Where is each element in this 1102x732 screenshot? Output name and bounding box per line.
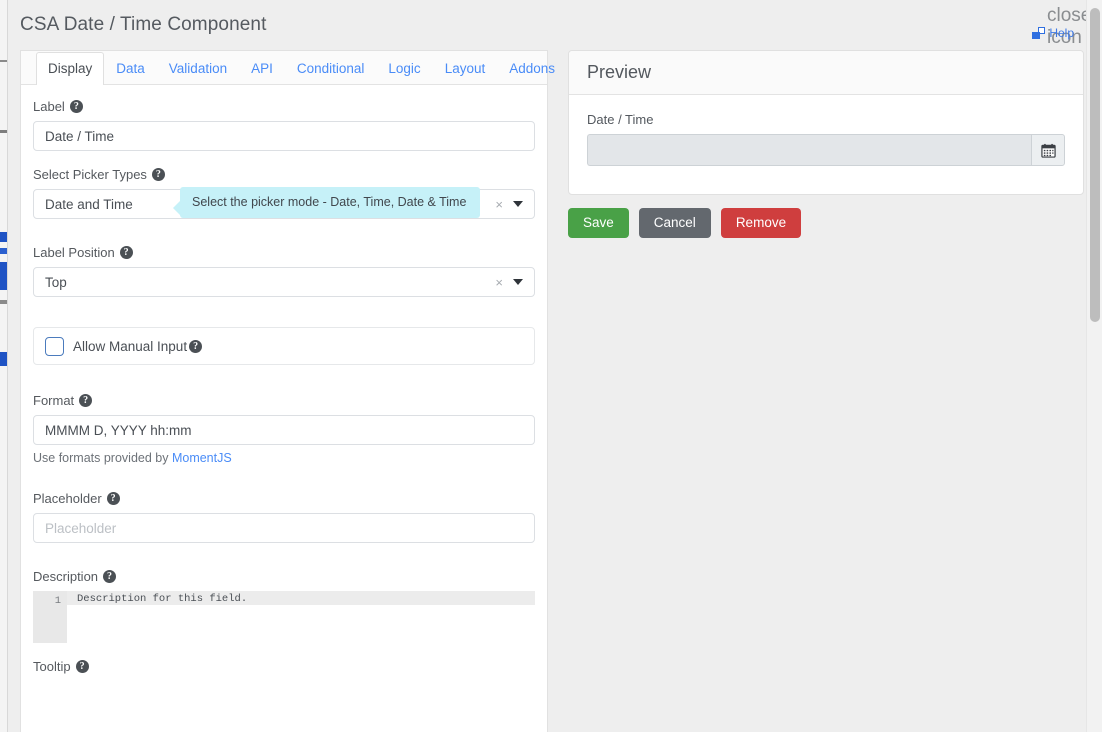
component-settings-modal: CSA Date / Time Component close-icon Hel… [8,0,1086,732]
question-mark-icon[interactable]: ? [79,394,93,407]
question-mark-icon[interactable]: ? [119,246,133,259]
description-code-text: Description for this field. [77,593,248,605]
external-window-icon [1032,27,1046,39]
remove-button[interactable]: Remove [720,208,802,238]
display-tab-panel: Label ? Select Picker Types ? Date and T… [21,85,547,731]
help-label: Help [1049,26,1074,40]
question-mark-icon[interactable]: ? [69,100,83,113]
tab-display[interactable]: Display [36,52,105,85]
page-title: CSA Date / Time Component [20,14,267,35]
picker-types-tooltip: Select the picker mode - Date, Time, Dat… [173,187,480,218]
tab-bar: Display Data Validation API Conditional … [21,51,555,85]
clear-icon[interactable]: × [495,197,503,212]
field-picker-types-caption: Select Picker Types ? [33,167,535,182]
field-format: Format ? Use formats provided by MomentJ… [33,393,535,465]
field-placeholder-caption: Placeholder ? [33,491,535,506]
format-input[interactable] [33,415,535,445]
label-input[interactable] [33,121,535,151]
allow-manual-input-label: Allow Manual Input ? [73,339,203,354]
chevron-down-icon[interactable] [513,201,523,207]
preview-panel: Preview Date / Time [568,50,1084,195]
preview-field-label: Date / Time [587,112,654,127]
tab-validation[interactable]: Validation [157,52,239,85]
field-label: Label ? [33,99,535,151]
field-placeholder: Placeholder ? [33,491,535,543]
preview-header: Preview [569,51,1083,95]
field-tooltip: Tooltip ? [33,659,535,674]
tab-addons[interactable]: Addons [497,52,567,85]
help-link[interactable]: Help [1032,26,1074,40]
preview-date-input[interactable] [587,134,1031,166]
background-page-sliver [0,0,8,732]
momentjs-link[interactable]: MomentJS [172,451,232,465]
format-help-text: Use formats provided by MomentJS [33,451,232,465]
tab-data[interactable]: Data [104,52,157,85]
placeholder-input[interactable] [33,513,535,543]
question-mark-icon[interactable]: ? [189,339,203,353]
tab-api[interactable]: API [239,52,285,85]
clear-icon[interactable]: × [495,275,503,290]
allow-manual-input-row[interactable]: Allow Manual Input ? [33,327,535,365]
field-format-caption: Format ? [33,393,535,408]
field-label-position: Label Position ? Top × [33,245,535,297]
cancel-button[interactable]: Cancel [638,208,711,238]
question-mark-icon[interactable]: ? [106,492,120,505]
tab-logic[interactable]: Logic [376,52,432,85]
tab-conditional[interactable]: Conditional [285,52,377,85]
modal-header: CSA Date / Time Component close-icon Hel… [8,0,1086,48]
field-label-position-caption: Label Position ? [33,245,535,260]
question-mark-icon[interactable]: ? [151,168,165,181]
preview-body: Date / Time [569,95,1083,166]
preview-title: Preview [587,62,652,82]
field-label-caption: Label ? [33,99,535,114]
vertical-scrollbar[interactable] [1086,0,1102,732]
action-button-bar: Save Cancel Remove [568,208,802,238]
scrollbar-thumb[interactable] [1090,8,1100,322]
label-position-select[interactable]: Top × [33,267,535,297]
tab-layout[interactable]: Layout [433,52,498,85]
preview-date-input-group[interactable] [587,134,1065,166]
settings-panel: Display Data Validation API Conditional … [20,50,555,732]
calendar-icon[interactable] [1031,134,1065,166]
allow-manual-input-checkbox[interactable] [45,336,64,356]
close-icon[interactable]: close-icon [1047,5,1086,48]
label-position-value: Top [45,274,67,290]
field-tooltip-caption: Tooltip ? [33,659,535,674]
description-code-editor[interactable]: 1 Description for this field. [33,591,535,643]
chevron-down-icon[interactable] [513,279,523,285]
field-allow-manual-input: Allow Manual Input ? [33,327,535,365]
question-mark-icon[interactable]: ? [103,570,117,583]
save-button[interactable]: Save [568,208,629,238]
field-description: Description ? 1 Description for this fie… [33,569,535,643]
editor-gutter: 1 [33,591,67,643]
question-mark-icon[interactable]: ? [75,660,89,673]
field-description-caption: Description ? [33,569,535,584]
